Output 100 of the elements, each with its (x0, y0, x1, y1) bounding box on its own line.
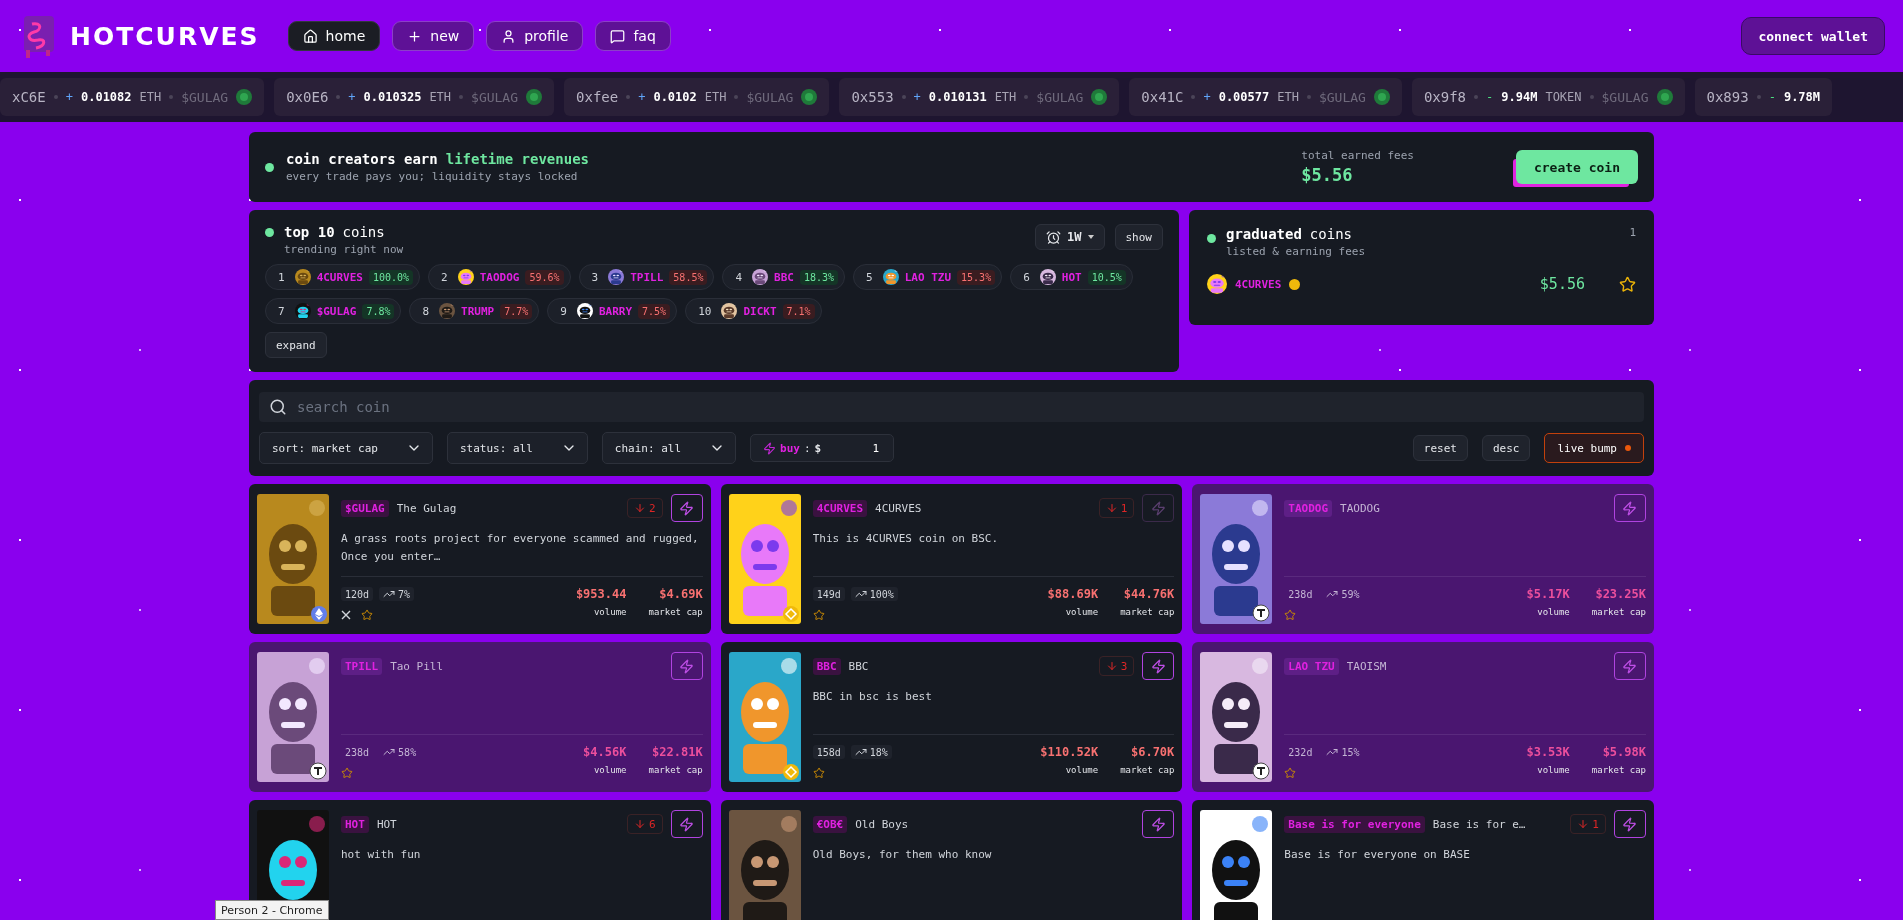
buy-amount-input[interactable]: 1 (825, 440, 882, 456)
star-icon[interactable] (1284, 609, 1297, 621)
top-coin-chip[interactable]: 9 BARRY 7.5% (547, 298, 678, 324)
star-icon[interactable] (341, 767, 353, 779)
panel-title: top 10 (284, 224, 335, 240)
filter-dropdown[interactable]: sort: market cap (259, 432, 433, 464)
search-field[interactable]: search coin (259, 392, 1644, 422)
token-symbol: $GULAG (1601, 89, 1649, 105)
market-cap-label: market cap (1120, 607, 1175, 617)
logo-text: HOTCURVES (70, 21, 260, 51)
coin-symbol: $GULAG (316, 304, 357, 318)
volume-value: $4.56K (583, 745, 627, 759)
create-coin-button[interactable]: create coin (1515, 150, 1638, 184)
coin-symbol: BARRY (598, 304, 633, 318)
top-coin-chip[interactable]: 3 TPILL 58.5% (578, 264, 715, 290)
top-coin-chip[interactable]: 4 BBC 18.3% (722, 264, 846, 290)
filter-dropdown[interactable]: chain: all (601, 432, 737, 464)
buy-amount-field[interactable]: buy : $ 1 (750, 434, 895, 462)
top-coin-chip[interactable]: 6 HOT 10.5% (1010, 264, 1133, 290)
trending-up-icon (854, 746, 867, 758)
banner-subtitle: every trade pays you; liquidity stays locked (286, 170, 579, 183)
quick-buy-button[interactable] (1142, 652, 1175, 680)
sort-order-button[interactable]: desc (1481, 435, 1531, 461)
coin-icon (801, 89, 818, 105)
banner-title: coin creators earn (286, 151, 438, 167)
quick-buy-button[interactable] (1614, 494, 1646, 522)
tooltip: Person 2 - Chrome (215, 900, 329, 920)
top-coin-chip[interactable]: 7 $GULAG 7.8% (265, 298, 402, 324)
coin-symbol: TAODOG (479, 270, 520, 284)
rank-change: 2 (627, 498, 663, 518)
star-icon[interactable] (1284, 767, 1297, 779)
coin-card[interactable]: $GULAG The Gulag 2 A grass roots project for everyone scammed and rugged, Once you enter… 120d 7% $953.44 volume $4.69K market cap (249, 484, 711, 634)
live-bump-button[interactable]: live bump (1544, 433, 1644, 463)
coin-card[interactable]: €OB€ Old Boys Old Boys, for them who know (720, 800, 1183, 920)
coin-card[interactable]: Base is for everyone Base is for e… 1 Base is for everyone on BASE (1192, 800, 1654, 920)
top-coin-chip[interactable]: 10 DICKT 7.1% (685, 298, 822, 324)
arrow-down-icon (1105, 502, 1118, 514)
coin-symbol: 4CURVES (1235, 277, 1282, 291)
coin-icon (1373, 89, 1390, 105)
bnb-icon (782, 606, 799, 622)
coin-card[interactable]: TPILL Tao Pill 238d 58% $4.56K volume $22.81K market cap (249, 642, 711, 792)
top-coin-chip[interactable]: 2 TAODOG 59.6% (428, 264, 571, 290)
change-percent: 7.8% (362, 303, 395, 319)
trade-sign: + (1203, 90, 1211, 104)
rank-number: 3 (591, 270, 599, 284)
quick-buy-button[interactable] (1614, 810, 1646, 838)
trader-address: 0x0E6 (286, 89, 329, 105)
trade-unit: TOKEN (1545, 90, 1582, 104)
rank-change: 1 (1570, 814, 1606, 834)
market-cap-label: market cap (1591, 607, 1646, 617)
reset-button[interactable]: reset (1412, 435, 1468, 461)
nav-button[interactable]: faq (595, 21, 671, 51)
quick-buy-button[interactable] (1614, 652, 1646, 680)
change-percent: 18.3% (799, 269, 839, 285)
period-dropdown[interactable]: 1W (1035, 224, 1105, 250)
trending-up-icon (1326, 746, 1339, 758)
volume-value: $88.69K (1047, 587, 1099, 601)
coin-icon (1656, 89, 1673, 105)
expand-button[interactable]: expand (265, 332, 327, 358)
x-logo-icon[interactable] (341, 610, 351, 620)
coin-card[interactable]: LAO TZU TAOISM 232d 15% $3.53K volume $5.98K market cap (1192, 642, 1654, 792)
rank-number: 8 (422, 304, 430, 318)
coin-name: Old Boys (855, 817, 909, 831)
chain-icon (309, 762, 327, 780)
coin-symbol: €OB€ (812, 815, 848, 833)
coin-card[interactable]: BBC BBC 3 BBC in bsc is best 158d 18% $110.52K volume $6.70K market cap (720, 642, 1183, 792)
arrow-down-icon (1105, 660, 1118, 672)
star-icon[interactable] (812, 609, 825, 621)
rank-number: 7 (278, 304, 285, 318)
quick-buy-button[interactable] (1142, 810, 1175, 838)
filter-dropdown[interactable]: status: all (446, 432, 588, 464)
top-coin-chip[interactable]: 1 4CURVES 100.0% (265, 264, 421, 290)
quick-buy-button[interactable] (670, 494, 703, 522)
coin-name: TAODOG (1340, 501, 1380, 515)
quick-buy-button[interactable] (670, 810, 703, 838)
lightning-icon (763, 441, 777, 455)
buy-label: buy (780, 441, 800, 455)
star-icon[interactable] (1619, 275, 1636, 293)
show-button[interactable]: show (1114, 224, 1163, 250)
search-input[interactable]: search coin (295, 398, 1634, 416)
panel-title: graduated (1226, 226, 1302, 242)
top-coin-chip[interactable]: 8 TRUMP 7.7% (409, 298, 540, 324)
market-cap-label: market cap (648, 607, 703, 617)
token-symbol: $GULAG (1036, 89, 1084, 105)
star-icon[interactable] (812, 767, 825, 779)
connect-wallet-button[interactable]: connect wallet (1741, 17, 1885, 55)
coin-description: Base is for everyone on BASE (1284, 848, 1470, 861)
nav-button[interactable]: new (392, 21, 475, 51)
coin-card[interactable]: 4CURVES 4CURVES 1 This is 4CURVES coin on BSC. 149d 100% $88.69K volume $44.76K market cap (720, 484, 1183, 634)
volume-value: $3.53K (1526, 745, 1570, 759)
coin-symbol: 4CURVES (316, 270, 363, 284)
top-coin-chip[interactable]: 5 LAO TZU 15.3% (853, 264, 1003, 290)
arrow-down-icon (634, 818, 647, 830)
nav-button[interactable]: profile (486, 21, 584, 51)
star-icon[interactable] (361, 609, 373, 621)
nav-button[interactable]: home (287, 21, 381, 51)
lightning-icon (1150, 500, 1166, 516)
coin-card[interactable]: TAODOG TAODOG 238d 59% $5.17K volume $23.25K market cap (1192, 484, 1654, 634)
token-symbol: $GULAG (181, 89, 229, 105)
quick-buy-button[interactable] (670, 652, 703, 680)
